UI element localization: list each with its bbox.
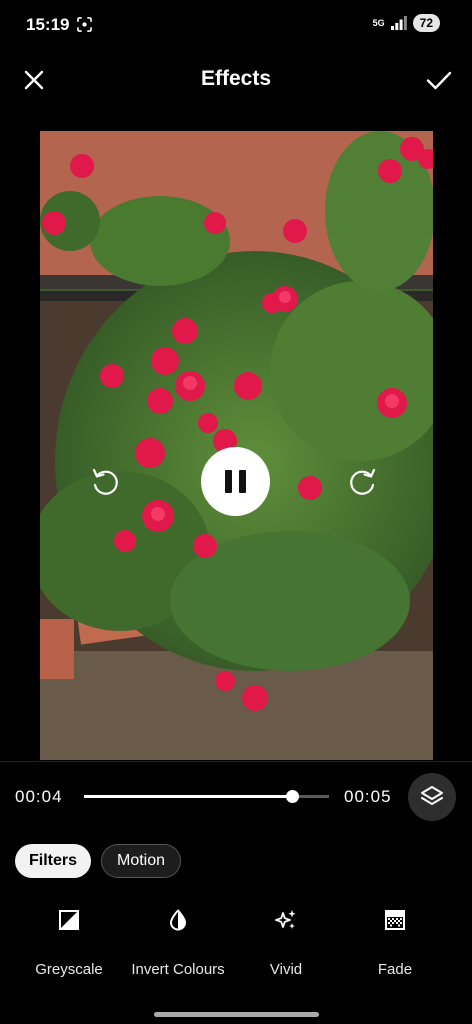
video-preview[interactable]: [40, 131, 433, 760]
status-bar: 15:19 5G 72: [0, 0, 472, 50]
tab-motion[interactable]: Motion: [101, 844, 181, 878]
total-time: 00:05: [344, 787, 392, 806]
layers-button[interactable]: [408, 773, 456, 821]
home-indicator[interactable]: [154, 1012, 319, 1017]
tab-filters[interactable]: Filters: [15, 844, 91, 878]
effect-label: Greyscale: [35, 961, 103, 978]
check-icon[interactable]: [424, 66, 454, 94]
effect-vivid[interactable]: Vivid: [231, 908, 341, 988]
rewind-icon[interactable]: [88, 465, 122, 499]
pause-button[interactable]: [201, 447, 270, 516]
seek-bar[interactable]: [84, 790, 329, 803]
top-bar: Effects: [0, 56, 472, 104]
fade-icon: [385, 910, 405, 930]
effect-label: Vivid: [269, 961, 303, 978]
screen-record-icon: [77, 17, 92, 32]
effect-invert-colours[interactable]: Invert Colours: [123, 908, 233, 988]
seek-thumb[interactable]: [286, 790, 300, 803]
effect-label: Invert Colours: [131, 961, 225, 978]
effect-fade[interactable]: Fade: [340, 908, 450, 988]
current-time: 00:04: [15, 787, 63, 806]
video-frame-image: [40, 131, 433, 760]
fast-forward-icon[interactable]: [346, 465, 380, 499]
invert-icon: [170, 909, 186, 931]
effect-label: Fade: [377, 961, 413, 978]
seek-progress: [84, 795, 293, 798]
effect-greyscale[interactable]: Greyscale: [14, 908, 124, 988]
layers-icon: [421, 786, 443, 805]
network-type: 5G: [372, 17, 385, 28]
status-time: 15:19: [26, 15, 70, 34]
status-indicators: 5G 72: [373, 14, 440, 32]
sparkle-icon: [275, 910, 296, 929]
page-title: Effects: [200, 67, 272, 90]
greyscale-icon: [59, 910, 79, 930]
pause-icon: [225, 470, 232, 493]
divider: [0, 761, 472, 762]
battery-level: 72: [412, 14, 440, 32]
signal-icon: [390, 16, 407, 30]
